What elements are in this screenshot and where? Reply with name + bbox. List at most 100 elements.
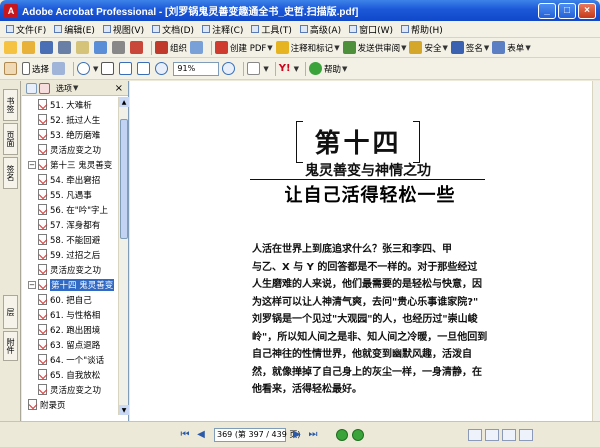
bookmark-item[interactable]: 54. 牵出窘招	[22, 172, 119, 187]
nav-tab-1[interactable]: 页面	[3, 123, 18, 155]
fit-width-button[interactable]	[137, 61, 152, 77]
comment-icon	[275, 41, 289, 54]
bookmark-icon	[38, 189, 47, 200]
menu-item[interactable]: 注释(C)	[202, 23, 243, 36]
previous-page-button[interactable]: ◀	[194, 428, 208, 442]
sign-button[interactable]	[130, 40, 145, 56]
open-icon	[22, 41, 35, 54]
zoom-in-button[interactable]	[222, 61, 237, 77]
select-tool-button[interactable]: 选择	[22, 61, 49, 77]
previous-view-button[interactable]	[336, 428, 348, 441]
menu-item[interactable]: 工具(T)	[251, 23, 292, 36]
bookmark-item[interactable]: 59. 过招之后	[22, 247, 119, 262]
zoom-tool-button[interactable]: ▼	[77, 61, 98, 77]
toolbar-separator	[73, 61, 75, 76]
email-button[interactable]	[76, 40, 91, 56]
bookmark-item[interactable]: 62. 跑出困境	[22, 322, 119, 337]
next-page-button[interactable]: ▶	[290, 428, 304, 442]
create-pdf-button[interactable]: 创建 PDF ▼	[215, 40, 273, 56]
document-scrollbar[interactable]	[592, 81, 600, 421]
scroll-down-arrow[interactable]: ▼	[119, 405, 129, 415]
facing-layout-button[interactable]	[502, 428, 516, 441]
zoom-level-input[interactable]: 91%	[173, 61, 220, 76]
bookmark-item[interactable]: 55. 凡遇事	[22, 187, 119, 202]
minimize-button[interactable]: _	[538, 2, 556, 19]
bookmark-item[interactable]: 51. 大难析	[22, 97, 119, 112]
menu-item[interactable]: 窗口(W)	[349, 23, 393, 36]
bookmark-item[interactable]: 56. 在"吟"字上	[22, 202, 119, 217]
continuous-layout-button[interactable]	[485, 428, 499, 441]
bookmark-new-icon[interactable]	[26, 82, 37, 94]
scroll-up-arrow[interactable]: ▲	[119, 97, 129, 107]
scrollbar-thumb[interactable]	[120, 119, 128, 239]
pen-button[interactable]: 签名 ▼	[450, 40, 489, 56]
zoom-out-button[interactable]	[155, 61, 170, 77]
delete-icon[interactable]	[39, 82, 50, 94]
close-button[interactable]: ×	[578, 2, 596, 19]
navigation-toolbar: 选择 ▼ 91% ▼ Y! ▼ 帮助 ▼	[0, 58, 600, 80]
bookmark-item[interactable]: 64. 一个"谈话	[22, 352, 119, 367]
bookmark-item[interactable]: 58. 不能回避	[22, 232, 119, 247]
menu-item[interactable]: 文件(F)	[6, 23, 46, 36]
bookmark-item[interactable]: 57. 浑身都有	[22, 217, 119, 232]
bookmark-item[interactable]: 60. 把自己	[22, 292, 119, 307]
continuous-facing-layout-button[interactable]	[519, 428, 533, 441]
email-icon	[76, 41, 89, 54]
page-number-field[interactable]: 369 (第 397 / 439 页)	[214, 427, 300, 442]
menu-item[interactable]: 高级(A)	[299, 23, 341, 36]
bookmark-chapter[interactable]: − 第十四 鬼灵善变	[22, 277, 119, 292]
export-button[interactable]	[190, 40, 205, 56]
bookmark-item[interactable]: 61. 与性格相	[22, 307, 119, 322]
collapse-toggle[interactable]: −	[28, 280, 36, 289]
bookmark-item[interactable]: 灵活应变之功	[22, 382, 119, 397]
yahoo-button[interactable]: Y! ▼	[279, 61, 299, 77]
print-button[interactable]	[58, 40, 73, 56]
open-button[interactable]	[22, 40, 37, 56]
chevron-down-icon: ▼	[73, 84, 79, 92]
nav-tab-4[interactable]: 附件	[3, 331, 18, 361]
search-button[interactable]	[94, 40, 109, 56]
nav-tab-3[interactable]: 层	[3, 295, 18, 329]
snapshot-button[interactable]	[52, 61, 67, 77]
rotate-button[interactable]: ▼	[247, 61, 269, 77]
collapse-toggle[interactable]: −	[28, 160, 36, 169]
bookmark-item[interactable]: 灵活应变之功	[22, 262, 119, 277]
menu-item[interactable]: 编辑(E)	[54, 23, 95, 36]
menu-item[interactable]: 文档(D)	[152, 23, 194, 36]
bookmark-item[interactable]: 灵活应变之功	[22, 142, 119, 157]
comment-button[interactable]: 注释和标记 ▼	[275, 40, 340, 56]
nav-tab-0[interactable]: 书签	[3, 89, 18, 121]
first-page-button[interactable]: ⏮	[178, 428, 192, 442]
bookmarks-scrollbar[interactable]: ▲ ▼	[118, 97, 129, 415]
review-button[interactable]: 发送供审阅 ▼	[342, 40, 406, 56]
attach-button[interactable]	[112, 40, 127, 56]
help-button[interactable]: 帮助 ▼	[309, 61, 347, 77]
bookmark-label: 54. 牵出窘招	[50, 175, 101, 186]
actual-size-button[interactable]	[101, 61, 116, 77]
fit-page-button[interactable]	[119, 61, 134, 77]
new-button[interactable]	[4, 40, 19, 56]
maximize-button[interactable]: □	[558, 2, 576, 19]
bookmark-item[interactable]: 65. 自我放松	[22, 367, 119, 382]
nav-tab-2[interactable]: 签名	[3, 157, 18, 189]
bookmark-chapter[interactable]: − 第十三 鬼灵善变	[22, 157, 119, 172]
title-bar: A Adobe Acrobat Professional - [刘罗锅鬼灵善变趣…	[0, 0, 600, 21]
lock-button[interactable]: 安全 ▼	[409, 40, 448, 56]
rotate-icon	[247, 62, 261, 75]
next-view-button[interactable]	[352, 428, 364, 441]
save-button[interactable]	[40, 40, 55, 56]
menu-item[interactable]: 视图(V)	[102, 23, 144, 36]
organize-button[interactable]: 组织	[155, 40, 187, 56]
bookmark-chapter[interactable]: 附录页	[22, 397, 119, 412]
single-page-layout-button[interactable]	[468, 428, 482, 441]
bookmark-item[interactable]: 52. 抵过人生	[22, 112, 119, 127]
options-menu[interactable]: 选项	[56, 83, 72, 94]
hand-tool-button[interactable]	[4, 61, 19, 77]
panel-close-button[interactable]: ×	[115, 83, 123, 94]
form-button[interactable]: 表单 ▼	[492, 40, 531, 56]
last-page-button[interactable]: ⏭	[306, 428, 320, 442]
bookmark-item[interactable]: 63. 留点退路	[22, 337, 119, 352]
menu-bar: 文件(F) 编辑(E) 视图(V) 文档(D) 注释(C) 工具(T) 高级(A) 窗口(W)…	[0, 21, 600, 38]
bookmark-item[interactable]: 53. 绝历磨难	[22, 127, 119, 142]
menu-item[interactable]: 帮助(H)	[401, 23, 443, 36]
